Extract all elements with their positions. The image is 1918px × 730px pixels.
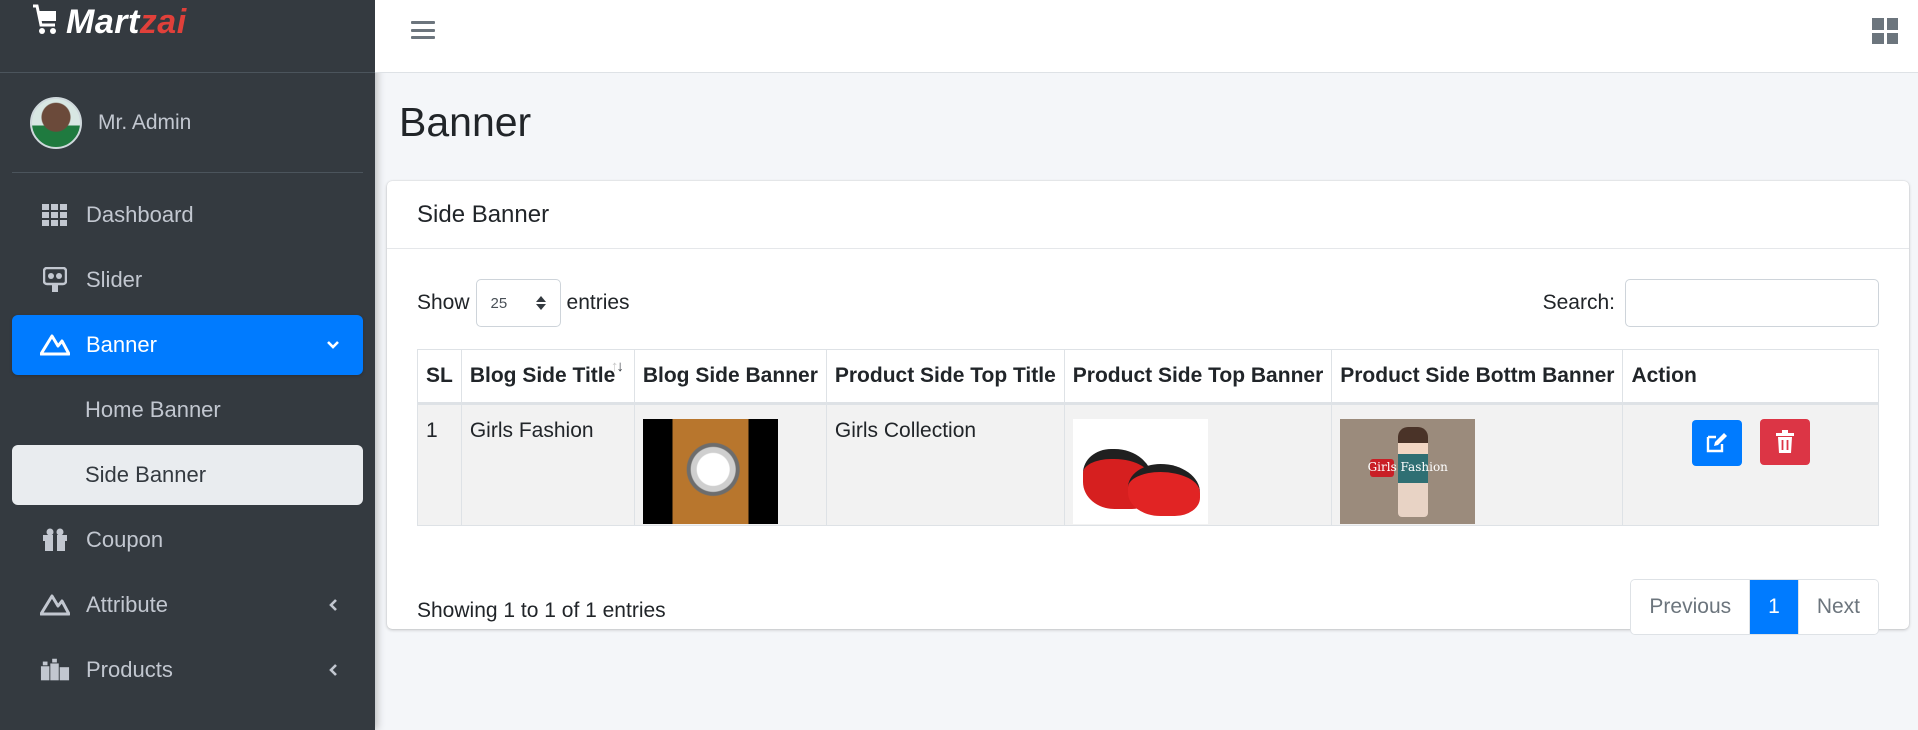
cell-blog-side-title: Girls Fashion [460, 403, 635, 526]
page-title: Banner [399, 99, 532, 145]
th-action[interactable]: Action [1622, 349, 1879, 405]
th-blog-side-title[interactable]: Blog Side Title ↑↓ [460, 349, 635, 405]
chevron-left-icon [325, 597, 341, 613]
page-1-button[interactable]: 1 [1750, 580, 1798, 634]
sort-icon[interactable]: ↑↓ [611, 358, 624, 375]
sidebar-item-home-banner[interactable]: Home Banner [12, 380, 363, 440]
cell-product-side-bottom-banner: Girls Fashion [1331, 403, 1624, 526]
brand-name: Martzai [66, 2, 187, 41]
page-length-control: Show 25 entries [417, 279, 630, 327]
sidebar-item-coupon[interactable]: Coupon [12, 510, 363, 570]
search-control: Search: [1543, 279, 1879, 327]
next-page-button[interactable]: Next [1797, 580, 1878, 634]
sidebar-item-side-banner[interactable]: Side Banner [12, 445, 363, 505]
attribute-icon [40, 590, 70, 620]
trash-icon [1775, 430, 1794, 453]
th-blog-side-banner[interactable]: Blog Side Banner [633, 349, 827, 405]
entries-label: entries [566, 291, 630, 314]
banner-table: SL Blog Side Title ↑↓ Blog Side Banner P… [417, 349, 1879, 526]
top-navbar [375, 0, 1918, 73]
th-sl[interactable]: SL [417, 349, 462, 405]
chevron-left-icon [325, 662, 341, 678]
sidebar-item-label: Coupon [86, 527, 164, 552]
edit-icon [1706, 433, 1727, 453]
avatar[interactable] [30, 96, 82, 149]
user-name[interactable]: Mr. Admin [98, 111, 191, 135]
sidebar-item-label: Home Banner [85, 397, 221, 422]
th-product-side-top-banner[interactable]: Product Side Top Banner [1063, 349, 1333, 405]
sidebar-item-label: Side Banner [85, 462, 207, 487]
sidebar-item-dashboard[interactable]: Dashboard [12, 185, 363, 245]
banner-icon [40, 330, 70, 360]
card-title: Side Banner [387, 181, 1909, 249]
brand-logo[interactable]: Martzai [30, 3, 187, 42]
select-arrows-icon [535, 296, 546, 310]
slider-icon [40, 265, 70, 295]
page-length-select[interactable]: 25 [475, 279, 561, 327]
side-banner-card: Side Banner Show 25 entries Search: SL B… [387, 181, 1909, 635]
brand[interactable]: Martzai [0, 0, 375, 73]
th-product-side-top-title[interactable]: Product Side Top Title [825, 349, 1065, 405]
gift-icon [40, 525, 70, 555]
sidebar-item-label: Dashboard [86, 202, 194, 227]
th-product-side-bottom-banner[interactable]: Product Side Bottm Banner [1331, 349, 1624, 405]
page-length-value: 25 [490, 294, 508, 312]
products-icon [40, 655, 70, 685]
show-label: Show [417, 291, 470, 314]
menu-toggle-icon[interactable] [411, 19, 435, 41]
previous-page-button[interactable]: Previous [1631, 580, 1751, 634]
cell-product-side-top-banner [1063, 403, 1333, 526]
watch-image [642, 419, 778, 524]
sidebar-item-slider[interactable]: Slider [12, 250, 363, 310]
sidebar: Martzai Mr. Admin Dashboard Slider Banne… [0, 0, 375, 730]
user-panel[interactable]: Mr. Admin [12, 73, 363, 173]
cell-product-side-top-title: Girls Collection [825, 403, 1065, 526]
sidebar-item-products[interactable]: Products [12, 640, 363, 700]
grid-icon [40, 200, 70, 230]
sidebar-item-label: Attribute [86, 592, 168, 617]
girls-fashion-image: Girls Fashion [1340, 419, 1476, 524]
table-row: 1 Girls Fashion Girls Collection Girls F… [417, 403, 1879, 526]
delete-button[interactable] [1759, 419, 1810, 465]
cell-sl: 1 [417, 403, 462, 526]
apps-grid-icon[interactable] [1872, 18, 1898, 44]
cart-logo-icon [30, 3, 60, 42]
table-info: Showing 1 to 1 of 1 entries [417, 599, 666, 622]
sidebar-nav: Dashboard Slider Banner Home Banner Side… [0, 173, 375, 700]
cell-blog-side-banner [633, 403, 827, 526]
image-caption: Girls Fashion [1367, 460, 1448, 474]
chevron-down-icon [325, 337, 341, 353]
table-header-row: SL Blog Side Title ↑↓ Blog Side Banner P… [417, 349, 1879, 405]
sidebar-item-label: Slider [86, 267, 143, 292]
search-label: Search: [1542, 291, 1615, 314]
search-input[interactable] [1625, 279, 1879, 327]
sidebar-item-label: Banner [86, 332, 157, 357]
edit-button[interactable] [1691, 420, 1742, 466]
red-shoes-image [1072, 419, 1208, 524]
sidebar-item-label: Products [86, 657, 173, 682]
main-content: Banner Side Banner Show 25 entries Searc… [375, 73, 1918, 730]
pagination: Previous 1 Next [1630, 579, 1879, 635]
sidebar-item-banner[interactable]: Banner [12, 315, 363, 375]
sidebar-item-attribute[interactable]: Attribute [12, 575, 363, 635]
cell-action [1622, 403, 1879, 526]
